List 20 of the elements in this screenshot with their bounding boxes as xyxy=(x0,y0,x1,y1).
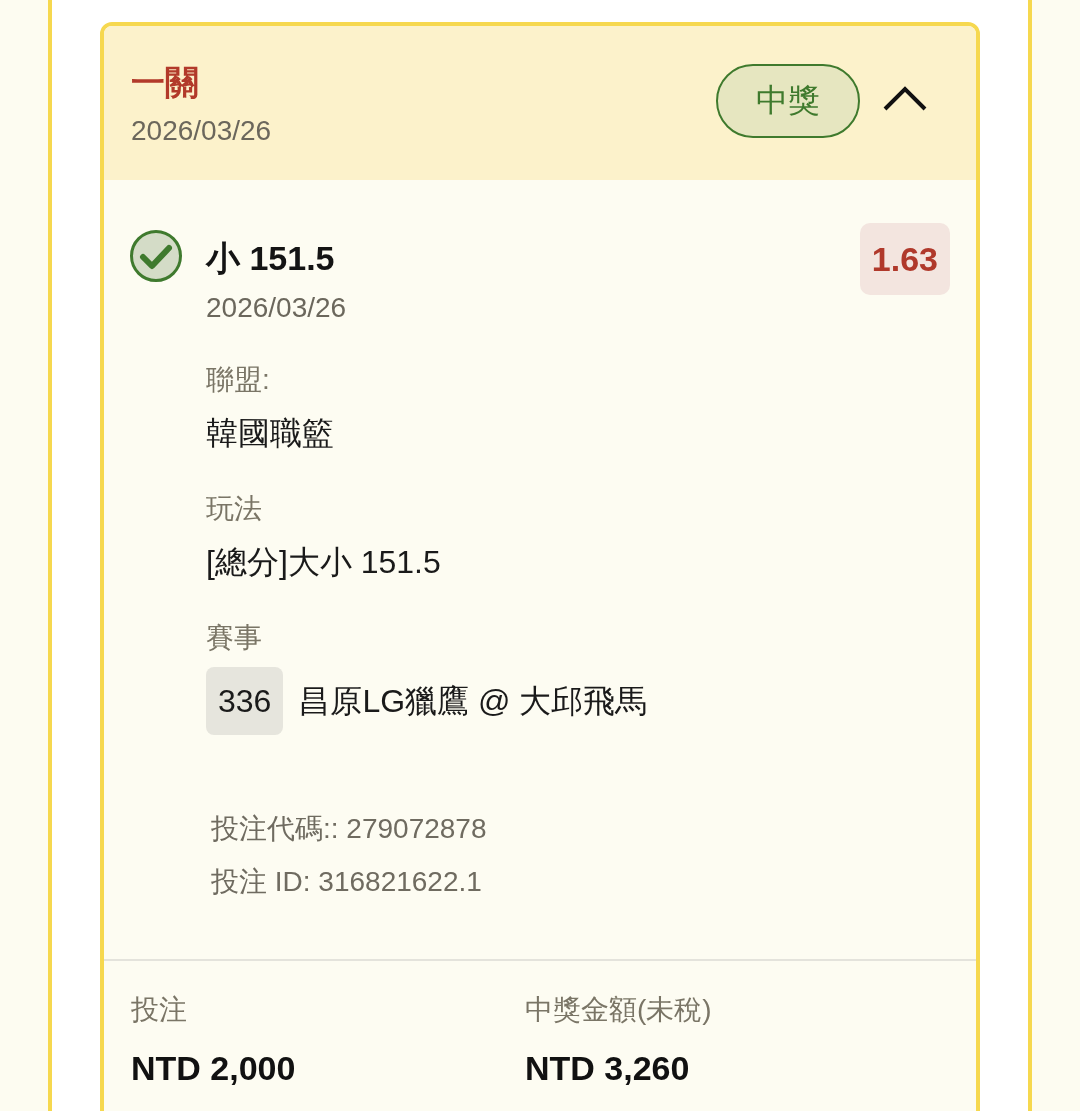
bet-code-text: 投注 ID: 316821622.1 xyxy=(211,865,483,899)
bet-code-text: 投注代碼:: 279072878 xyxy=(211,812,488,846)
selection-date: 2026/03/26 xyxy=(206,291,348,325)
summary-amount: NTD 2,000 xyxy=(131,1048,297,1089)
selection-pick: 小 151.5 xyxy=(206,238,336,279)
odds-badge: 1.63 xyxy=(859,223,950,295)
match-teams: 昌原LG獵鷹 @ 大邱飛馬 xyxy=(298,682,648,721)
bet-type-title: 一關 xyxy=(131,62,200,103)
detail-label: 玩法 xyxy=(206,492,263,526)
detail-value: [總分]大小 151.5 xyxy=(206,543,442,582)
detail-label: 聯盟: xyxy=(206,363,271,397)
bet-date: 2026/03/26 xyxy=(131,114,272,148)
detail-label: 賽事 xyxy=(206,621,263,655)
chevron-up-icon[interactable] xyxy=(882,85,928,111)
detail-value: 韓國職籃 xyxy=(206,414,335,453)
summary-amount: NTD 3,260 xyxy=(525,1048,691,1089)
status-badge: 中獎 xyxy=(716,64,860,138)
match-number-badge: 336 xyxy=(206,667,284,735)
summary-label: 投注 xyxy=(131,993,188,1027)
summary-label: 中獎金額(未稅) xyxy=(525,993,713,1027)
